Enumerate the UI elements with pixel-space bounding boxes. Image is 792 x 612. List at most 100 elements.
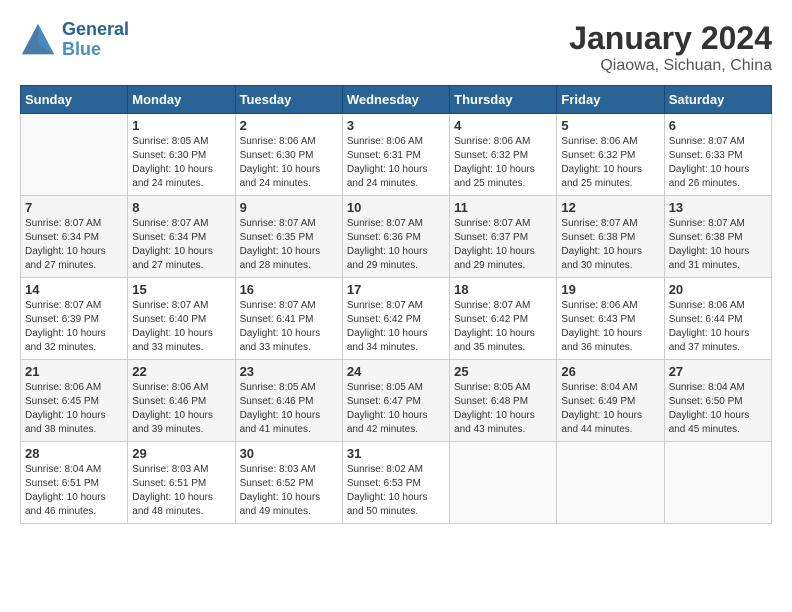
calendar-cell <box>21 114 128 196</box>
day-info: Sunrise: 8:07 AMSunset: 6:39 PMDaylight:… <box>25 299 123 355</box>
calendar-cell: 8Sunrise: 8:07 AMSunset: 6:34 PMDaylight… <box>128 196 235 278</box>
calendar-cell: 15Sunrise: 8:07 AMSunset: 6:40 PMDayligh… <box>128 278 235 360</box>
logo-icon <box>20 22 56 58</box>
calendar-cell: 30Sunrise: 8:03 AMSunset: 6:52 PMDayligh… <box>235 442 342 524</box>
logo-line1: General <box>62 19 129 39</box>
day-number: 15 <box>132 282 230 297</box>
calendar-cell: 11 Sunrise: 8:07 AMSunset: 6:37 PMDayligh… <box>450 196 557 278</box>
day-info: Sunrise: 8:07 AMSunset: 6:38 PMDaylight:… <box>669 217 767 273</box>
day-number: 25 <box>454 364 552 379</box>
day-number: 13 <box>669 200 767 215</box>
calendar-cell: 7Sunrise: 8:07 AMSunset: 6:34 PMDaylight… <box>21 196 128 278</box>
logo: General Blue <box>20 20 129 60</box>
day-number: 22 <box>132 364 230 379</box>
day-info: Sunrise: 8:03 AMSunset: 6:51 PMDaylight:… <box>132 463 230 519</box>
day-number: 23 <box>240 364 338 379</box>
calendar-week: 28 Sunrise: 8:04 AMSunset: 6:51 PMDayligh… <box>21 442 772 524</box>
day-number: 31 <box>347 446 445 461</box>
day-info: Sunrise: 8:04 AMSunset: 6:49 PMDaylight:… <box>561 381 659 437</box>
day-number: 24 <box>347 364 445 379</box>
day-info: Sunrise: 8:07 AMSunset: 6:36 PMDaylight:… <box>347 217 445 273</box>
day-info: Sunrise: 8:02 AMSunset: 6:53 PMDaylight:… <box>347 463 445 519</box>
calendar-cell: 1 Sunrise: 8:05 AMSunset: 6:30 PMDaylight… <box>128 114 235 196</box>
header-cell: Monday <box>128 86 235 114</box>
header-cell: Wednesday <box>342 86 449 114</box>
day-number: 19 <box>561 282 659 297</box>
day-number: 21 <box>25 364 123 379</box>
calendar-week: 7Sunrise: 8:07 AMSunset: 6:34 PMDaylight… <box>21 196 772 278</box>
day-info: Sunrise: 8:07 AMSunset: 6:38 PMDaylight:… <box>561 217 659 273</box>
day-info: Sunrise: 8:07 AMSunset: 6:34 PMDaylight:… <box>25 217 123 273</box>
calendar-cell: 17Sunrise: 8:07 AMSunset: 6:42 PMDayligh… <box>342 278 449 360</box>
day-info: Sunrise: 8:06 AMSunset: 6:45 PMDaylight:… <box>25 381 123 437</box>
calendar-cell: 23 Sunrise: 8:05 AMSunset: 6:46 PMDayligh… <box>235 360 342 442</box>
day-number: 29 <box>132 446 230 461</box>
calendar-cell: 13 Sunrise: 8:07 AMSunset: 6:38 PMDayligh… <box>664 196 771 278</box>
calendar-table: SundayMondayTuesdayWednesdayThursdayFrid… <box>20 85 772 524</box>
day-number: 3 <box>347 118 445 133</box>
day-info: Sunrise: 8:06 AMSunset: 6:32 PMDaylight:… <box>561 135 659 191</box>
calendar-cell: 3 Sunrise: 8:06 AMSunset: 6:31 PMDaylight… <box>342 114 449 196</box>
calendar-week: 1 Sunrise: 8:05 AMSunset: 6:30 PMDaylight… <box>21 114 772 196</box>
day-number: 4 <box>454 118 552 133</box>
header-cell: Saturday <box>664 86 771 114</box>
day-info: Sunrise: 8:06 AMSunset: 6:32 PMDaylight:… <box>454 135 552 191</box>
header-cell: Friday <box>557 86 664 114</box>
day-number: 27 <box>669 364 767 379</box>
calendar-week: 14Sunrise: 8:07 AMSunset: 6:39 PMDayligh… <box>21 278 772 360</box>
calendar-cell: 28 Sunrise: 8:04 AMSunset: 6:51 PMDayligh… <box>21 442 128 524</box>
calendar-cell: 31 Sunrise: 8:02 AMSunset: 6:53 PMDayligh… <box>342 442 449 524</box>
day-info: Sunrise: 8:04 AMSunset: 6:50 PMDaylight:… <box>669 381 767 437</box>
page-header: General Blue January 2024 Qiaowa, Sichua… <box>20 20 772 75</box>
title-block: January 2024 Qiaowa, Sichuan, China <box>569 20 772 75</box>
day-info: Sunrise: 8:05 AMSunset: 6:30 PMDaylight:… <box>132 135 230 191</box>
calendar-cell <box>664 442 771 524</box>
day-info: Sunrise: 8:07 AMSunset: 6:35 PMDaylight:… <box>240 217 338 273</box>
day-info: Sunrise: 8:06 AMSunset: 6:46 PMDaylight:… <box>132 381 230 437</box>
day-number: 6 <box>669 118 767 133</box>
calendar-cell: 5 Sunrise: 8:06 AMSunset: 6:32 PMDaylight… <box>557 114 664 196</box>
day-info: Sunrise: 8:03 AMSunset: 6:52 PMDaylight:… <box>240 463 338 519</box>
day-number: 9 <box>240 200 338 215</box>
calendar-cell: 9 Sunrise: 8:07 AMSunset: 6:35 PMDaylight… <box>235 196 342 278</box>
calendar-cell: 21 Sunrise: 8:06 AMSunset: 6:45 PMDayligh… <box>21 360 128 442</box>
day-info: Sunrise: 8:07 AMSunset: 6:33 PMDaylight:… <box>669 135 767 191</box>
calendar-cell: 18Sunrise: 8:07 AMSunset: 6:42 PMDayligh… <box>450 278 557 360</box>
calendar-cell: 19 Sunrise: 8:06 AMSunset: 6:43 PMDayligh… <box>557 278 664 360</box>
day-info: Sunrise: 8:06 AMSunset: 6:43 PMDaylight:… <box>561 299 659 355</box>
calendar-cell: 25 Sunrise: 8:05 AMSunset: 6:48 PMDayligh… <box>450 360 557 442</box>
calendar-cell: 24Sunrise: 8:05 AMSunset: 6:47 PMDayligh… <box>342 360 449 442</box>
day-number: 26 <box>561 364 659 379</box>
page-title: January 2024 <box>569 20 772 57</box>
day-number: 17 <box>347 282 445 297</box>
calendar-cell: 6 Sunrise: 8:07 AMSunset: 6:33 PMDaylight… <box>664 114 771 196</box>
day-number: 28 <box>25 446 123 461</box>
day-info: Sunrise: 8:05 AMSunset: 6:46 PMDaylight:… <box>240 381 338 437</box>
calendar-cell: 22 Sunrise: 8:06 AMSunset: 6:46 PMDayligh… <box>128 360 235 442</box>
day-info: Sunrise: 8:06 AMSunset: 6:31 PMDaylight:… <box>347 135 445 191</box>
calendar-cell: 4 Sunrise: 8:06 AMSunset: 6:32 PMDaylight… <box>450 114 557 196</box>
day-info: Sunrise: 8:06 AMSunset: 6:30 PMDaylight:… <box>240 135 338 191</box>
calendar-cell: 16 Sunrise: 8:07 AMSunset: 6:41 PMDayligh… <box>235 278 342 360</box>
day-number: 2 <box>240 118 338 133</box>
day-info: Sunrise: 8:07 AMSunset: 6:41 PMDaylight:… <box>240 299 338 355</box>
day-info: Sunrise: 8:04 AMSunset: 6:51 PMDaylight:… <box>25 463 123 519</box>
calendar-cell: 10Sunrise: 8:07 AMSunset: 6:36 PMDayligh… <box>342 196 449 278</box>
calendar-cell: 27 Sunrise: 8:04 AMSunset: 6:50 PMDayligh… <box>664 360 771 442</box>
calendar-cell: 12Sunrise: 8:07 AMSunset: 6:38 PMDayligh… <box>557 196 664 278</box>
day-info: Sunrise: 8:07 AMSunset: 6:42 PMDaylight:… <box>454 299 552 355</box>
day-number: 11 <box>454 200 552 215</box>
header-cell: Tuesday <box>235 86 342 114</box>
calendar-cell: 20Sunrise: 8:06 AMSunset: 6:44 PMDayligh… <box>664 278 771 360</box>
calendar-cell <box>450 442 557 524</box>
day-number: 1 <box>132 118 230 133</box>
day-info: Sunrise: 8:05 AMSunset: 6:48 PMDaylight:… <box>454 381 552 437</box>
calendar-cell: 2 Sunrise: 8:06 AMSunset: 6:30 PMDaylight… <box>235 114 342 196</box>
day-number: 16 <box>240 282 338 297</box>
day-number: 5 <box>561 118 659 133</box>
day-info: Sunrise: 8:07 AMSunset: 6:37 PMDaylight:… <box>454 217 552 273</box>
day-info: Sunrise: 8:07 AMSunset: 6:34 PMDaylight:… <box>132 217 230 273</box>
calendar-cell <box>557 442 664 524</box>
calendar-cell: 29 Sunrise: 8:03 AMSunset: 6:51 PMDayligh… <box>128 442 235 524</box>
header-row: SundayMondayTuesdayWednesdayThursdayFrid… <box>21 86 772 114</box>
